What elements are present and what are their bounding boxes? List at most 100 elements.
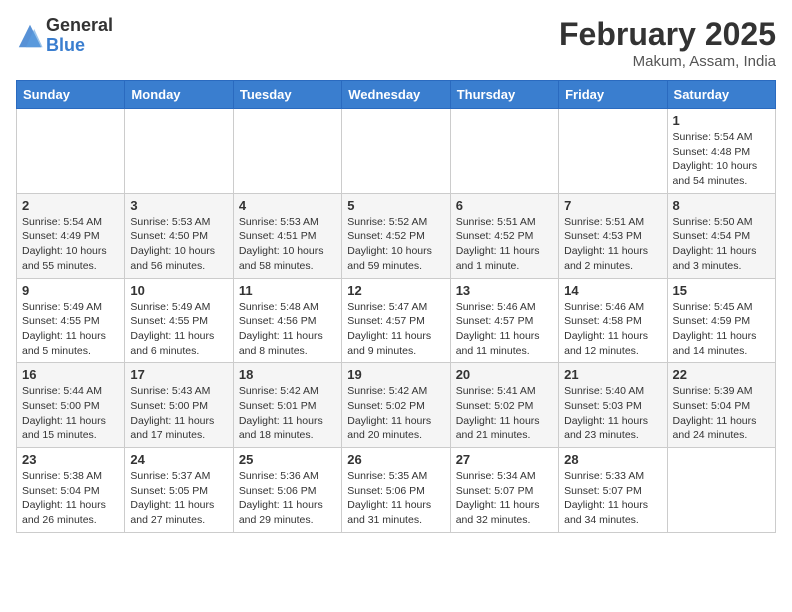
title-area: February 2025 Makum, Assam, India <box>559 16 776 70</box>
day-number: 27 <box>456 452 553 467</box>
logo-blue-text: Blue <box>46 36 113 56</box>
calendar-cell <box>233 109 341 194</box>
day-number: 5 <box>347 198 444 213</box>
location-title: Makum, Assam, India <box>559 53 776 70</box>
calendar-cell: 15Sunrise: 5:45 AMSunset: 4:59 PMDayligh… <box>667 278 775 363</box>
calendar-cell: 11 Sunrise: 5:48 AMSunset: 4:56 PMDayligh… <box>233 278 341 363</box>
day-number: 24 <box>130 452 227 467</box>
day-number: 1 <box>673 113 770 128</box>
calendar-cell: 8 Sunrise: 5:50 AMSunset: 4:54 PMDaylight… <box>667 193 775 278</box>
day-info: Sunrise: 5:53 AMSunset: 4:50 PMDaylight:… <box>130 215 227 274</box>
day-number: 2 <box>22 198 119 213</box>
day-info: Sunrise: 5:47 AMSunset: 4:57 PMDaylight:… <box>347 300 444 359</box>
day-info: Sunrise: 5:53 AMSunset: 4:51 PMDaylight:… <box>239 215 336 274</box>
day-number: 18 <box>239 367 336 382</box>
day-info: Sunrise: 5:34 AMSunset: 5:07 PMDaylight:… <box>456 469 553 528</box>
day-info: Sunrise: 5:46 AMSunset: 4:57 PMDaylight:… <box>456 300 553 359</box>
calendar-cell: 16Sunrise: 5:44 AMSunset: 5:00 PMDayligh… <box>17 363 125 448</box>
calendar-cell: 13Sunrise: 5:46 AMSunset: 4:57 PMDayligh… <box>450 278 558 363</box>
day-info: Sunrise: 5:54 AMSunset: 4:48 PMDaylight:… <box>673 130 770 189</box>
day-number: 11 <box>239 283 336 298</box>
calendar-cell: 3 Sunrise: 5:53 AMSunset: 4:50 PMDaylight… <box>125 193 233 278</box>
calendar-cell: 14 Sunrise: 5:46 AMSunset: 4:58 PMDayligh… <box>559 278 667 363</box>
calendar-cell: 19Sunrise: 5:42 AMSunset: 5:02 PMDayligh… <box>342 363 450 448</box>
day-info: Sunrise: 5:44 AMSunset: 5:00 PMDaylight:… <box>22 384 119 443</box>
page-header: General Blue February 2025 Makum, Assam,… <box>16 16 776 70</box>
weekday-header-monday: Monday <box>125 81 233 109</box>
logo-icon <box>16 22 44 50</box>
calendar-header-row: SundayMondayTuesdayWednesdayThursdayFrid… <box>17 81 776 109</box>
weekday-header-friday: Friday <box>559 81 667 109</box>
day-number: 14 <box>564 283 661 298</box>
calendar-cell: 23 Sunrise: 5:38 AMSunset: 5:04 PMDayligh… <box>17 448 125 533</box>
day-number: 8 <box>673 198 770 213</box>
day-number: 26 <box>347 452 444 467</box>
logo-general-text: General <box>46 16 113 36</box>
day-info: Sunrise: 5:52 AMSunset: 4:52 PMDaylight:… <box>347 215 444 274</box>
day-info: Sunrise: 5:40 AMSunset: 5:03 PMDaylight:… <box>564 384 661 443</box>
calendar-cell: 1 Sunrise: 5:54 AMSunset: 4:48 PMDaylight… <box>667 109 775 194</box>
day-info: Sunrise: 5:51 AMSunset: 4:52 PMDaylight:… <box>456 215 553 274</box>
day-info: Sunrise: 5:42 AMSunset: 5:01 PMDaylight:… <box>239 384 336 443</box>
calendar-cell: 24 Sunrise: 5:37 AMSunset: 5:05 PMDayligh… <box>125 448 233 533</box>
day-number: 20 <box>456 367 553 382</box>
calendar-cell: 6 Sunrise: 5:51 AMSunset: 4:52 PMDaylight… <box>450 193 558 278</box>
day-number: 28 <box>564 452 661 467</box>
day-number: 23 <box>22 452 119 467</box>
day-info: Sunrise: 5:54 AMSunset: 4:49 PMDaylight:… <box>22 215 119 274</box>
month-title: February 2025 <box>559 16 776 53</box>
logo: General Blue <box>16 16 113 56</box>
calendar-cell: 18 Sunrise: 5:42 AMSunset: 5:01 PMDayligh… <box>233 363 341 448</box>
day-info: Sunrise: 5:45 AMSunset: 4:59 PMDaylight:… <box>673 300 770 359</box>
calendar-week-3: 9Sunrise: 5:49 AMSunset: 4:55 PMDaylight… <box>17 278 776 363</box>
calendar-cell: 2 Sunrise: 5:54 AMSunset: 4:49 PMDaylight… <box>17 193 125 278</box>
calendar-table: SundayMondayTuesdayWednesdayThursdayFrid… <box>16 80 776 533</box>
calendar-cell: 12 Sunrise: 5:47 AMSunset: 4:57 PMDayligh… <box>342 278 450 363</box>
day-number: 21 <box>564 367 661 382</box>
calendar-cell: 10Sunrise: 5:49 AMSunset: 4:55 PMDayligh… <box>125 278 233 363</box>
calendar-cell: 27 Sunrise: 5:34 AMSunset: 5:07 PMDayligh… <box>450 448 558 533</box>
day-number: 25 <box>239 452 336 467</box>
day-info: Sunrise: 5:39 AMSunset: 5:04 PMDaylight:… <box>673 384 770 443</box>
calendar-cell: 5 Sunrise: 5:52 AMSunset: 4:52 PMDaylight… <box>342 193 450 278</box>
calendar-cell <box>559 109 667 194</box>
day-info: Sunrise: 5:36 AMSunset: 5:06 PMDaylight:… <box>239 469 336 528</box>
day-info: Sunrise: 5:50 AMSunset: 4:54 PMDaylight:… <box>673 215 770 274</box>
day-info: Sunrise: 5:33 AMSunset: 5:07 PMDaylight:… <box>564 469 661 528</box>
calendar-cell: 28 Sunrise: 5:33 AMSunset: 5:07 PMDayligh… <box>559 448 667 533</box>
day-info: Sunrise: 5:42 AMSunset: 5:02 PMDaylight:… <box>347 384 444 443</box>
day-number: 22 <box>673 367 770 382</box>
day-number: 7 <box>564 198 661 213</box>
day-info: Sunrise: 5:48 AMSunset: 4:56 PMDaylight:… <box>239 300 336 359</box>
day-number: 12 <box>347 283 444 298</box>
day-number: 4 <box>239 198 336 213</box>
calendar-cell <box>450 109 558 194</box>
calendar-cell: 20 Sunrise: 5:41 AMSunset: 5:02 PMDayligh… <box>450 363 558 448</box>
calendar-cell <box>125 109 233 194</box>
day-info: Sunrise: 5:38 AMSunset: 5:04 PMDaylight:… <box>22 469 119 528</box>
weekday-header-saturday: Saturday <box>667 81 775 109</box>
calendar-week-1: 1 Sunrise: 5:54 AMSunset: 4:48 PMDaylight… <box>17 109 776 194</box>
day-info: Sunrise: 5:41 AMSunset: 5:02 PMDaylight:… <box>456 384 553 443</box>
calendar-cell: 17 Sunrise: 5:43 AMSunset: 5:00 PMDayligh… <box>125 363 233 448</box>
day-info: Sunrise: 5:51 AMSunset: 4:53 PMDaylight:… <box>564 215 661 274</box>
day-number: 17 <box>130 367 227 382</box>
weekday-header-wednesday: Wednesday <box>342 81 450 109</box>
day-info: Sunrise: 5:43 AMSunset: 5:00 PMDaylight:… <box>130 384 227 443</box>
day-info: Sunrise: 5:46 AMSunset: 4:58 PMDaylight:… <box>564 300 661 359</box>
calendar-week-5: 23 Sunrise: 5:38 AMSunset: 5:04 PMDayligh… <box>17 448 776 533</box>
weekday-header-sunday: Sunday <box>17 81 125 109</box>
day-info: Sunrise: 5:49 AMSunset: 4:55 PMDaylight:… <box>130 300 227 359</box>
day-info: Sunrise: 5:37 AMSunset: 5:05 PMDaylight:… <box>130 469 227 528</box>
calendar-cell: 7 Sunrise: 5:51 AMSunset: 4:53 PMDaylight… <box>559 193 667 278</box>
calendar-week-2: 2 Sunrise: 5:54 AMSunset: 4:49 PMDaylight… <box>17 193 776 278</box>
calendar-cell: 9Sunrise: 5:49 AMSunset: 4:55 PMDaylight… <box>17 278 125 363</box>
calendar-week-4: 16Sunrise: 5:44 AMSunset: 5:00 PMDayligh… <box>17 363 776 448</box>
day-info: Sunrise: 5:35 AMSunset: 5:06 PMDaylight:… <box>347 469 444 528</box>
calendar-cell <box>667 448 775 533</box>
day-number: 6 <box>456 198 553 213</box>
calendar-cell: 4 Sunrise: 5:53 AMSunset: 4:51 PMDaylight… <box>233 193 341 278</box>
weekday-header-thursday: Thursday <box>450 81 558 109</box>
day-number: 3 <box>130 198 227 213</box>
calendar-cell: 25 Sunrise: 5:36 AMSunset: 5:06 PMDayligh… <box>233 448 341 533</box>
